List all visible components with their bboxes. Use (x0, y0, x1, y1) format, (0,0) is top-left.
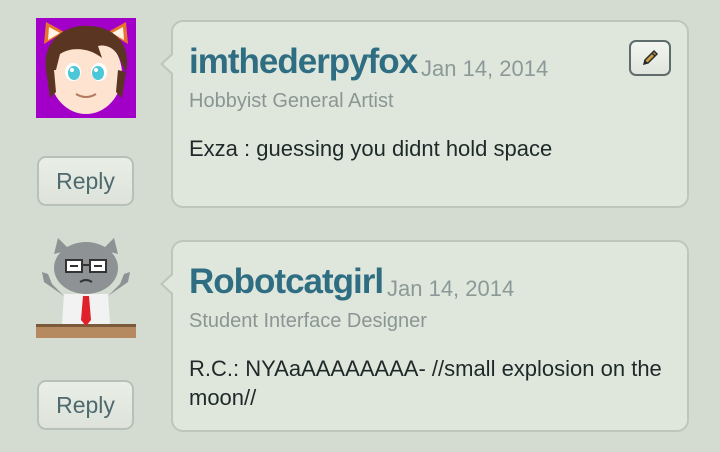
fox-boy-avatar-icon (36, 18, 136, 118)
comment-body: Exza : guessing you didnt hold space (189, 136, 553, 161)
bubble-pointer (160, 272, 174, 296)
user-avatar[interactable] (36, 18, 136, 118)
edit-button[interactable] (629, 40, 671, 76)
comment-body: R.C.: NYAaAAAAAAAA- //small explosion on… (189, 356, 662, 410)
comment-username[interactable]: Robotcatgirl (189, 262, 384, 302)
comment-username[interactable]: imthederpyfox (189, 42, 418, 82)
bubble-pointer (160, 52, 174, 76)
pencil-icon (642, 49, 659, 66)
comment-date: Jan 14, 2014 (387, 276, 515, 301)
user-role: Hobbyist General Artist (189, 90, 394, 112)
gray-cat-avatar-icon (36, 238, 136, 338)
comment-bubble: imthederpyfox Jan 14, 2014 Hobbyist Gene… (160, 20, 689, 208)
user-avatar[interactable] (36, 238, 136, 338)
reply-button[interactable]: Reply (37, 380, 134, 430)
reply-button[interactable]: Reply (37, 156, 134, 206)
comment-bubble: Robotcatgirl Jan 14, 2014 Student Interf… (160, 240, 689, 432)
comment-date: Jan 14, 2014 (421, 56, 549, 81)
user-role: Student Interface Designer (189, 310, 427, 332)
